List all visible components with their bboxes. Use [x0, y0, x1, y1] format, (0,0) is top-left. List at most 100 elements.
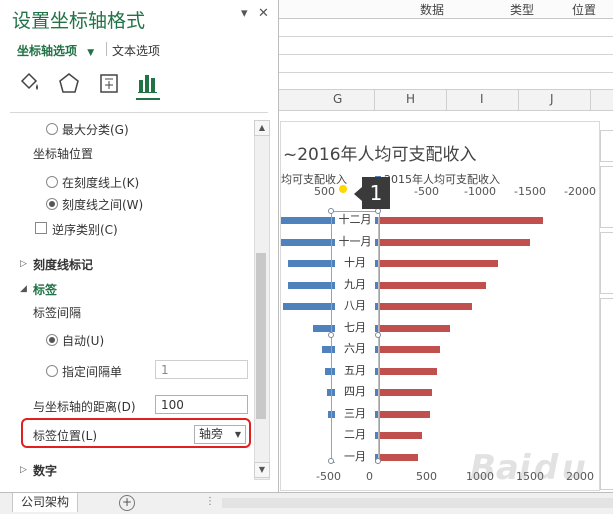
category-label: 十二月: [335, 214, 375, 226]
top-tick-label: 500: [314, 185, 335, 198]
pane-scrollbar-thumb[interactable]: [256, 253, 266, 419]
grid-line: [278, 72, 613, 73]
grid-line: [278, 36, 613, 37]
reverse-order-label: 逆序类别(C): [52, 223, 118, 237]
column-separator: [446, 89, 447, 111]
category-label: 一月: [335, 450, 375, 463]
max-category-radio[interactable]: [46, 123, 58, 135]
collapse-arrow-icon[interactable]: ◢: [20, 284, 27, 294]
tick-marks-section[interactable]: 刻度线标记: [33, 256, 93, 273]
badge-pointer: [354, 187, 362, 201]
bar-series2-0[interactable]: [378, 217, 543, 224]
bar-series2-3[interactable]: [378, 281, 486, 289]
category-label: 四月: [335, 386, 375, 398]
bar-series2-8[interactable]: [378, 389, 432, 396]
interval-input[interactable]: 1: [155, 360, 248, 379]
selection-handle[interactable]: [375, 458, 381, 464]
bottom-tick-label: 500: [416, 470, 437, 483]
selection-handle[interactable]: [375, 332, 381, 338]
chevron-down-icon: ▼: [87, 48, 95, 58]
expand-arrow-icon[interactable]: ▷: [20, 259, 27, 269]
pane-menu-dropdown[interactable]: ▾: [241, 6, 248, 21]
number-section[interactable]: 数字: [33, 462, 57, 479]
top-tick-label: -1000: [464, 185, 496, 198]
distance-label: 与坐标轴的距离(D): [33, 400, 136, 414]
tab-axis-options-label: 坐标轴选项: [17, 44, 78, 58]
pane-title: 设置坐标轴格式: [12, 10, 146, 32]
selected-icon-indicator: [136, 98, 160, 100]
distance-input[interactable]: 100: [155, 395, 248, 414]
specify-interval-radio[interactable]: [46, 365, 58, 377]
selection-handle[interactable]: [328, 332, 334, 338]
bottom-tick-label: -500: [316, 470, 341, 483]
top-tick-label: -2000: [564, 185, 596, 198]
bar-series2-10[interactable]: [378, 432, 422, 439]
axis-options-icon[interactable]: [136, 72, 160, 94]
fill-line-icon[interactable]: [18, 72, 42, 94]
chart-area[interactable]: ~2016年人均可支配收入 均可支配收入 2015年人均可支配收入 5000-5…: [280, 121, 600, 491]
ribbon-header-type[interactable]: 类型: [510, 1, 534, 18]
sheet-tab-company-structure[interactable]: 公司架构: [12, 493, 79, 512]
format-axis-pane: 设置坐标轴格式 ▾ ✕ 坐标轴选项 ▼ 文本选项 最大分类(G) 坐标轴位置 在…: [0, 0, 279, 492]
cell-block: [600, 232, 613, 294]
size-properties-icon[interactable]: [97, 72, 121, 94]
close-icon[interactable]: ✕: [258, 6, 269, 21]
label-interval-heading: 标签间隔: [33, 306, 82, 320]
scroll-up-button[interactable]: ▲: [254, 120, 270, 136]
bar-series2-9[interactable]: [378, 410, 430, 418]
tab-axis-options[interactable]: 坐标轴选项 ▼: [17, 42, 94, 59]
auto-interval-radio[interactable]: [46, 334, 58, 346]
selection-handle[interactable]: [328, 458, 334, 464]
tab-splitter-icon[interactable]: ⋮: [205, 496, 215, 507]
reverse-order-checkbox[interactable]: [35, 222, 47, 234]
effects-icon[interactable]: [57, 72, 81, 94]
on-tick-marks-label: 在刻度线上(K): [62, 176, 140, 190]
bar-series2-6[interactable]: [378, 346, 440, 353]
highlight-dot: [339, 185, 347, 193]
bar-series2-2[interactable]: [378, 260, 498, 267]
bar-series2-5[interactable]: [378, 324, 450, 332]
top-tick-label: -500: [414, 185, 439, 198]
tab-text-options[interactable]: 文本选项: [112, 42, 160, 59]
column-separator: [590, 89, 591, 111]
column-separator: [518, 89, 519, 111]
add-sheet-button[interactable]: +: [119, 495, 135, 511]
column-header-h[interactable]: H: [406, 92, 415, 106]
column-header-i[interactable]: I: [480, 92, 484, 106]
between-tick-marks-label: 刻度线之间(W): [62, 198, 144, 212]
scroll-down-button[interactable]: ▼: [254, 462, 270, 478]
column-separator: [374, 89, 375, 111]
step-badge: 1: [362, 177, 390, 209]
bottom-tick-label: 0: [366, 470, 373, 483]
ribbon-header-data[interactable]: 数据: [420, 1, 444, 18]
ribbon-header: 数据 类型 位置: [278, 0, 613, 19]
ribbon-header-position[interactable]: 位置: [572, 1, 596, 18]
bar-series2-7[interactable]: [378, 367, 437, 375]
axis-selection-box[interactable]: [331, 211, 380, 463]
chart-title[interactable]: ~2016年人均可支配收入: [283, 140, 477, 165]
auto-interval-label: 自动(U): [62, 334, 105, 348]
bar-series2-1[interactable]: [378, 238, 530, 246]
between-tick-marks-radio[interactable]: [46, 198, 58, 210]
labels-section[interactable]: 标签: [33, 281, 57, 298]
category-label: 九月: [335, 278, 375, 291]
bar-series2-11[interactable]: [378, 453, 418, 461]
expand-arrow-icon[interactable]: ▷: [20, 465, 27, 475]
sheet-tab-bar: 公司架构 + ⋮: [0, 492, 613, 514]
selection-handle[interactable]: [328, 208, 334, 214]
max-category-label: 最大分类(G): [62, 123, 129, 137]
axis-position-heading: 坐标轴位置: [33, 147, 94, 161]
label-position-select[interactable]: 轴旁 ▼: [194, 425, 246, 444]
column-header-g[interactable]: G: [333, 92, 342, 106]
category-label: 十月: [335, 257, 375, 269]
column-header-j[interactable]: J: [550, 92, 554, 106]
on-tick-marks-radio[interactable]: [46, 176, 58, 188]
horizontal-scrollbar[interactable]: [222, 498, 613, 508]
cell-block: [600, 298, 613, 490]
category-label: 八月: [335, 300, 375, 312]
cell-block: [600, 166, 613, 228]
category-label: 七月: [335, 321, 375, 334]
top-tick-label: -1500: [514, 185, 546, 198]
chevron-down-icon: ▼: [234, 430, 241, 439]
bar-series2-4[interactable]: [378, 303, 472, 310]
